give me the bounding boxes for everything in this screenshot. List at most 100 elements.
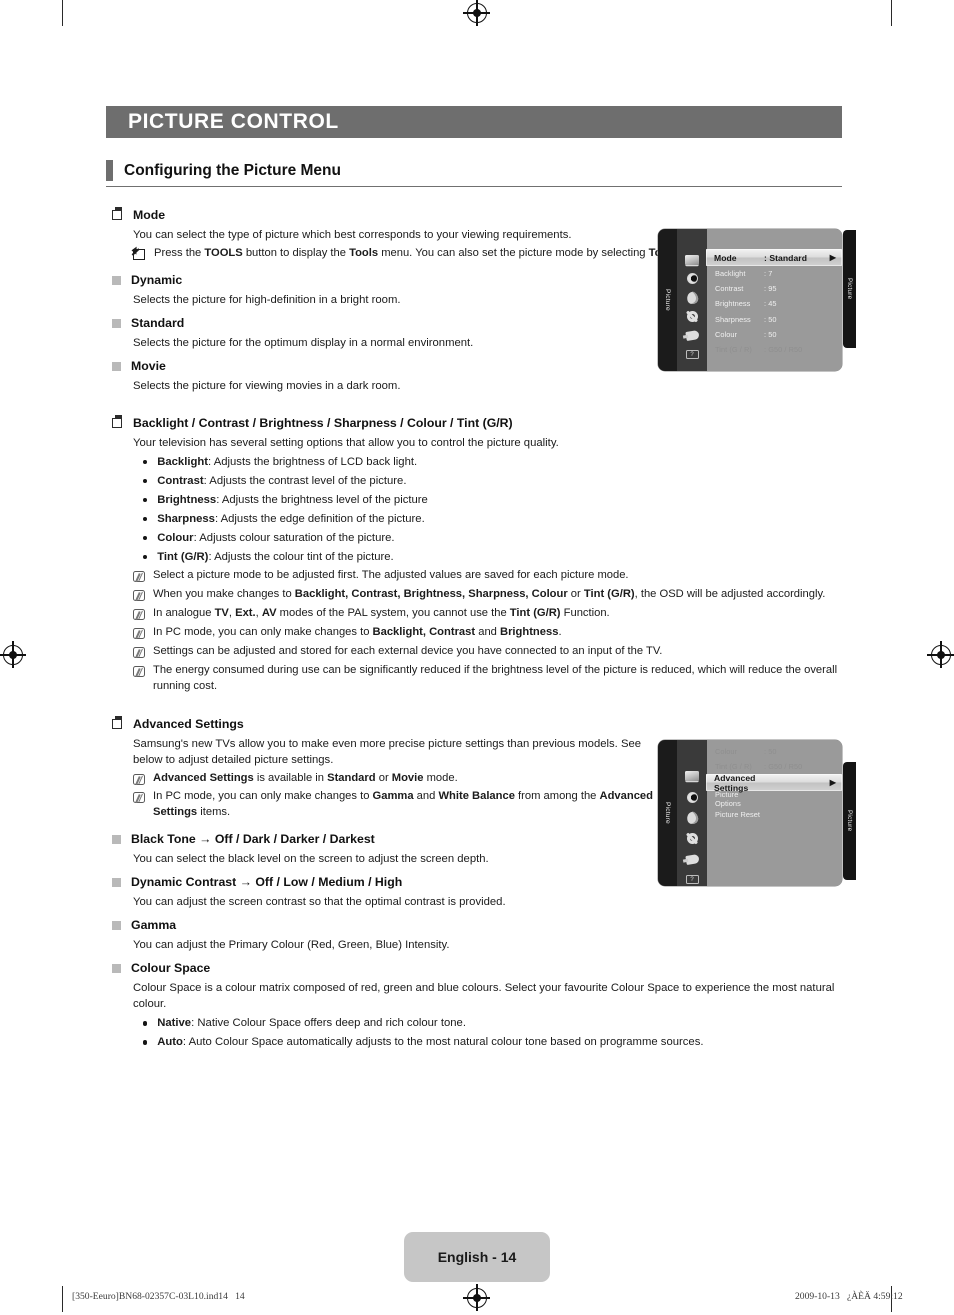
input-menu-icon[interactable] (684, 329, 700, 342)
heading-gamma: Gamma (112, 918, 852, 934)
osd-row-contrast[interactable]: Contrast : 95 (707, 281, 842, 296)
chapter-title: PICTURE CONTROL (128, 110, 339, 133)
osd-row-advanced-settings[interactable]: Advanced Settings ▶ (706, 773, 842, 793)
channel-menu-icon[interactable] (684, 290, 700, 305)
note-row: The energy consumed during use can be si… (133, 663, 852, 695)
osd-row-value: : 50 (764, 314, 777, 324)
osd-icon-column: ? (677, 229, 707, 371)
osd-row-mode[interactable]: Mode : Standard ▶ (706, 249, 842, 266)
osd-list-spacer (707, 233, 842, 249)
osd-row-value: : 7 (764, 269, 773, 279)
osd-row-value: : 95 (764, 284, 777, 294)
osd-menu-list: Colour : 50 Tint (G / R) : G50 / R50 Adv… (706, 740, 842, 886)
square-bullet-icon (112, 835, 121, 845)
osd-row-picture-reset[interactable]: Picture Reset (707, 807, 842, 822)
osd-menu-list: Mode : Standard ▶ Backlight : 7 Contrast… (706, 229, 842, 371)
input-menu-icon[interactable] (684, 853, 700, 866)
chevron-right-icon: ▶ (829, 778, 836, 788)
picture-menu-icon[interactable] (685, 253, 700, 266)
bullet-brightness-term: Brightness (157, 494, 217, 507)
note-row: Select a picture mode to be adjusted fir… (133, 568, 852, 584)
chapter-title-bar: PICTURE CONTROL (106, 106, 842, 138)
manual-page: PICTURE CONTROL Configuring the Picture … (0, 0, 954, 1315)
channel-menu-icon[interactable] (684, 810, 700, 826)
osd-row-value: : 50 (764, 747, 777, 757)
note-text: Select a picture mode to be adjusted fir… (153, 569, 629, 582)
osd-row-label: Sharpness (715, 314, 751, 324)
support-menu-icon[interactable]: ? (685, 873, 700, 886)
support-menu-icon[interactable]: ? (685, 348, 700, 361)
osd-row-backlight[interactable]: Backlight : 7 (707, 266, 842, 281)
heading-movie-label: Movie (131, 358, 166, 373)
osd-row-label: Tint (G / R) (715, 762, 752, 772)
note-text: In PC mode, you can only make changes to… (153, 625, 562, 638)
note-row: In analogue TV, Ext., AV modes of the PA… (133, 606, 852, 622)
setup-menu-icon[interactable] (685, 832, 700, 845)
page-edge-tab-picture: Picture (843, 762, 856, 880)
bullet-tint-desc: : Adjusts the colour tint of the picture… (208, 551, 394, 564)
dot-bullet-icon (143, 1040, 148, 1045)
bullet-native-desc: : Native Colour Space offers deep and ri… (191, 1017, 466, 1030)
bullet-colour: Colour: Adjusts colour saturation of the… (143, 530, 852, 546)
bullet-backlight: Backlight: Adjusts the brightness of LCD… (143, 454, 852, 470)
heading-advanced-settings: Advanced Settings (112, 715, 852, 733)
bullet-sharpness-desc: : Adjusts the edge definition of the pic… (214, 513, 425, 526)
osd-screenshot-advanced-settings: Picture ? Colour : 50 Tint (G / R) : G50 (658, 740, 842, 886)
bullet-auto-term: Auto (157, 1036, 183, 1049)
note-pencil-icon (133, 627, 145, 639)
print-timestamp: 2009-10-13 ¿ÀÈÄ 4:59:12 (795, 1291, 903, 1302)
note-row: When you make changes to Backlight, Cont… (133, 587, 852, 603)
gamma-desc: You can adjust the Primary Colour (Red, … (133, 939, 450, 952)
osd-row-colour[interactable]: Colour : 50 (707, 327, 842, 342)
osd-row-label: Backlight (715, 269, 746, 279)
checkbox-bullet-icon (112, 207, 122, 220)
chevron-right-icon: ▶ (829, 253, 836, 262)
adjustments-intro: Your television has several setting opti… (133, 436, 559, 449)
tools-icon (133, 249, 145, 261)
bullet-auto-desc: : Auto Colour Space automatically adjust… (182, 1036, 704, 1049)
checkbox-bullet-icon (112, 414, 122, 428)
osd-menu-tab-column: Picture (658, 229, 677, 371)
osd-icon-column: ? (677, 740, 707, 886)
note-row: In PC mode, you can only make changes to… (133, 625, 852, 641)
osd-row-brightness[interactable]: Brightness : 45 (707, 296, 842, 311)
note-text: In PC mode, you can only make changes to… (153, 790, 653, 819)
bullet-tint: Tint (G/R): Adjusts the colour tint of t… (143, 549, 852, 565)
osd-row-sharpness[interactable]: Sharpness : 50 (707, 312, 842, 327)
sound-menu-icon[interactable] (685, 791, 700, 804)
note-pencil-icon (133, 792, 145, 804)
osd-row-value: : 45 (764, 299, 777, 309)
osd-row-label: Contrast (715, 284, 744, 294)
bullet-colour-desc: : Adjusts colour saturation of the pictu… (193, 532, 395, 545)
osd-row-value: : Standard (764, 252, 807, 263)
dot-bullet-icon (143, 536, 148, 541)
heading-dynamic-label: Dynamic (131, 272, 183, 287)
bullet-sharpness-term: Sharpness (157, 513, 215, 526)
section-heading: Configuring the Picture Menu (124, 161, 341, 179)
bullet-backlight-term: Backlight (157, 455, 209, 468)
osd-row-label: Colour (715, 747, 738, 757)
movie-desc: Selects the picture for viewing movies i… (133, 379, 401, 392)
section-header: Configuring the Picture Menu (106, 160, 842, 188)
section-divider (106, 186, 842, 188)
page-number-label: English - 14 (437, 1249, 517, 1265)
picture-menu-icon[interactable] (685, 770, 700, 783)
osd-tab-label: Picture (664, 289, 671, 311)
heading-colour-space-label: Colour Space (131, 961, 211, 976)
square-bullet-icon (112, 275, 121, 285)
osd-row-colour[interactable]: Colour : 50 (707, 744, 842, 759)
bullet-contrast-term: Contrast (157, 475, 204, 488)
osd-row-label: Mode (714, 252, 737, 263)
page-edge-tab-picture: Picture (843, 230, 856, 348)
sound-menu-icon[interactable] (685, 272, 700, 285)
heading-mode: Mode (112, 207, 852, 224)
setup-menu-icon[interactable] (685, 310, 700, 323)
osd-menu-tab-column: Picture (658, 740, 677, 886)
note-pencil-icon (133, 646, 145, 658)
osd-row-picture-options[interactable]: Picture Options (707, 790, 842, 808)
heading-advanced-settings-label: Advanced Settings (133, 716, 244, 731)
square-bullet-icon (112, 878, 121, 888)
osd-row-tint[interactable]: Tint (G / R) : G50 / R50 (707, 342, 842, 357)
heading-colour-space: Colour Space (112, 961, 852, 977)
bullet-contrast-desc: : Adjusts the contrast level of the pict… (203, 475, 407, 488)
